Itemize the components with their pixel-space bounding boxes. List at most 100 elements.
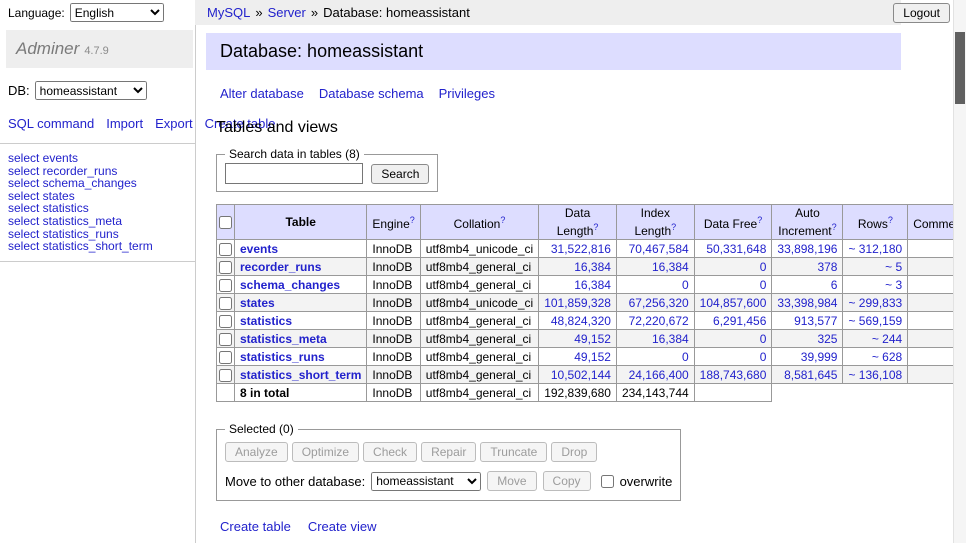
data-length-link[interactable]: 48,824,320	[551, 314, 611, 328]
select-all-checkbox[interactable]	[219, 216, 232, 229]
data-length-link[interactable]: 10,502,144	[551, 368, 611, 382]
data-length-link[interactable]: 31,522,816	[551, 242, 611, 256]
overwrite-checkbox[interactable]	[601, 475, 614, 488]
sidebar-action-link[interactable]: Export	[155, 116, 193, 131]
engine-cell: InnoDB	[367, 348, 420, 366]
auto-increment-link[interactable]: 6	[831, 278, 838, 292]
breadcrumb-mysql-link[interactable]: MySQL	[207, 5, 250, 20]
table-name-link[interactable]: statistics_short_term	[240, 368, 361, 382]
collation-cell: utf8mb4_general_ci	[420, 258, 538, 276]
help-link[interactable]: ?	[410, 215, 415, 225]
index-length-link[interactable]: 70,467,584	[629, 242, 689, 256]
data-free-link[interactable]: 0	[760, 260, 767, 274]
auto-increment-link[interactable]: 325	[817, 332, 837, 346]
sidebar-action-link[interactable]: SQL command	[8, 116, 94, 131]
index-length-link[interactable]: 16,384	[652, 260, 689, 274]
db-label: DB:	[8, 83, 30, 98]
db-select[interactable]: homeassistant	[35, 81, 147, 100]
auto-increment-link[interactable]: 33,398,984	[777, 296, 837, 310]
sidebar-action-link[interactable]: Import	[106, 116, 143, 131]
row-checkbox[interactable]	[219, 333, 232, 346]
data-length-link[interactable]: 16,384	[574, 260, 611, 274]
sidebar-item-select-table[interactable]: select statistics_meta	[8, 215, 187, 228]
table-name-link[interactable]: statistics	[240, 314, 292, 328]
table-name-link[interactable]: statistics_meta	[240, 332, 327, 346]
table-row: statistics_short_term InnoDB utf8mb4_gen…	[217, 366, 966, 384]
create-link[interactable]: Create table	[220, 519, 291, 534]
database-action-link[interactable]: Alter database	[220, 86, 304, 101]
data-length-link[interactable]: 49,152	[574, 350, 611, 364]
rows-count-link[interactable]: ~ 136,108	[848, 368, 902, 382]
create-link[interactable]: Create view	[308, 519, 377, 534]
row-checkbox[interactable]	[219, 351, 232, 364]
index-length-link[interactable]: 72,220,672	[629, 314, 689, 328]
total-index-length: 234,143,744	[616, 384, 694, 402]
sidebar-item-select-table[interactable]: select events	[8, 152, 187, 165]
auto-increment-link[interactable]: 39,999	[801, 350, 838, 364]
move-database-select[interactable]: homeassistant	[371, 472, 481, 491]
search-button[interactable]: Search	[371, 164, 429, 184]
data-free-link[interactable]: 104,857,600	[700, 296, 767, 310]
row-checkbox[interactable]	[219, 315, 232, 328]
index-length-link[interactable]: 67,256,320	[629, 296, 689, 310]
row-checkbox[interactable]	[219, 369, 232, 382]
data-length-link[interactable]: 16,384	[574, 278, 611, 292]
table-name-link[interactable]: recorder_runs	[240, 260, 321, 274]
rows-count-link[interactable]: ~ 312,180	[848, 242, 902, 256]
help-link[interactable]: ?	[888, 215, 893, 225]
help-link[interactable]: ?	[832, 222, 837, 232]
logout-button[interactable]: Logout	[893, 3, 950, 23]
rows-count-link[interactable]: ~ 5	[885, 260, 902, 274]
index-length-link[interactable]: 0	[682, 350, 689, 364]
help-link[interactable]: ?	[757, 215, 762, 225]
auto-increment-link[interactable]: 8,581,645	[784, 368, 837, 382]
rows-count-link[interactable]: ~ 3	[885, 278, 902, 292]
collation-cell: utf8mb4_general_ci	[420, 276, 538, 294]
row-checkbox[interactable]	[219, 261, 232, 274]
help-link[interactable]: ?	[671, 222, 676, 232]
database-action-link[interactable]: Database schema	[319, 86, 424, 101]
rows-count-link[interactable]: ~ 299,833	[848, 296, 902, 310]
data-free-link[interactable]: 0	[760, 332, 767, 346]
table-row: statistics_meta InnoDB utf8mb4_general_c…	[217, 330, 966, 348]
auto-increment-link[interactable]: 33,898,196	[777, 242, 837, 256]
data-free-link[interactable]: 0	[760, 278, 767, 292]
row-checkbox[interactable]	[219, 297, 232, 310]
index-length-link[interactable]: 0	[682, 278, 689, 292]
data-free-link[interactable]: 50,331,648	[706, 242, 766, 256]
search-input[interactable]	[225, 163, 363, 184]
data-length-link[interactable]: 49,152	[574, 332, 611, 346]
data-free-link[interactable]: 0	[760, 350, 767, 364]
table-name-link[interactable]: schema_changes	[240, 278, 340, 292]
header-collation: Collation	[454, 217, 501, 231]
table-name-link[interactable]: statistics_runs	[240, 350, 325, 364]
table-row: recorder_runs InnoDB utf8mb4_general_ci …	[217, 258, 966, 276]
table-row: statistics_runs InnoDB utf8mb4_general_c…	[217, 348, 966, 366]
data-free-link[interactable]: 6,291,456	[713, 314, 766, 328]
row-checkbox[interactable]	[219, 243, 232, 256]
index-length-link[interactable]: 16,384	[652, 332, 689, 346]
language-select[interactable]: English	[70, 3, 164, 22]
index-length-link[interactable]: 24,166,400	[629, 368, 689, 382]
auto-increment-link[interactable]: 913,577	[794, 314, 837, 328]
breadcrumb: MySQL » Server » Database: homeassistant	[195, 0, 901, 25]
breadcrumb-server-link[interactable]: Server	[268, 5, 306, 20]
help-link[interactable]: ?	[593, 222, 598, 232]
rows-count-link[interactable]: ~ 569,159	[848, 314, 902, 328]
sidebar-item-select-table[interactable]: select schema_changes	[8, 177, 187, 190]
vertical-scrollbar[interactable]	[953, 0, 966, 543]
rows-count-link[interactable]: ~ 628	[872, 350, 902, 364]
auto-increment-link[interactable]: 378	[817, 260, 837, 274]
data-length-link[interactable]: 101,859,328	[544, 296, 611, 310]
rows-count-link[interactable]: ~ 244	[872, 332, 902, 346]
database-action-link[interactable]: Privileges	[439, 86, 495, 101]
scrollbar-thumb[interactable]	[955, 32, 965, 104]
data-free-link[interactable]: 188,743,680	[700, 368, 767, 382]
help-link[interactable]: ?	[500, 215, 505, 225]
tables-and-views-table: Table Engine? Collation? Data Length? In…	[216, 204, 966, 402]
row-checkbox[interactable]	[219, 279, 232, 292]
table-name-link[interactable]: states	[240, 296, 275, 310]
sidebar-item-select-table[interactable]: select statistics_short_term	[8, 240, 187, 253]
total-data-length: 192,839,680	[539, 384, 617, 402]
table-name-link[interactable]: events	[240, 242, 278, 256]
